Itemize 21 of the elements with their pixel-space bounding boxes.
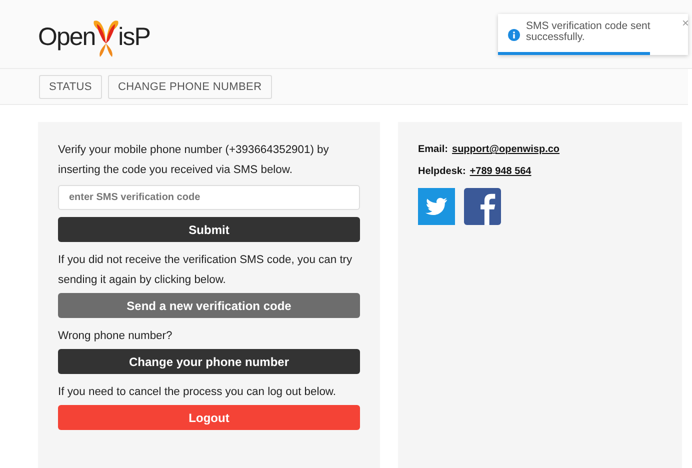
action-button[interactable]: Submit: [58, 217, 360, 242]
code-input-field[interactable]: enter SMS verification code: [58, 185, 360, 210]
logo-text: Open: [38, 22, 96, 52]
instruction-text: Wrong phone number?: [58, 329, 174, 344]
nav-button[interactable]: STATUS: [39, 74, 102, 98]
notification-message: SMS verification code sent successfully.: [526, 21, 652, 43]
contact-link[interactable]: support@openwisp.co: [452, 144, 560, 155]
action-button[interactable]: Send a new verification code: [58, 293, 360, 318]
contact-link[interactable]: +789 948 564: [470, 166, 532, 177]
instruction-text: If you did not receive the verification SMS code, you can try sending it again by clicking below.: [58, 253, 354, 288]
action-button[interactable]: Change your phone number: [58, 349, 360, 374]
instruction-text: If you need to cancel the process you can log out below.: [58, 385, 338, 400]
action-button[interactable]: Logout: [58, 405, 360, 430]
nav-button[interactable]: CHANGE PHONE NUMBER: [108, 74, 272, 98]
twitter-icon[interactable]: [418, 188, 455, 225]
contact-label: Helpdesk:: [418, 166, 466, 177]
instruction-text: Verify your mobile phone number (+393664352901) by inserting the code you received via SMS below.: [58, 143, 330, 178]
info-icon: [508, 29, 520, 41]
logo-text: isP: [118, 22, 150, 52]
contact-label: Email:: [418, 144, 448, 155]
facebook-icon[interactable]: [464, 188, 501, 225]
